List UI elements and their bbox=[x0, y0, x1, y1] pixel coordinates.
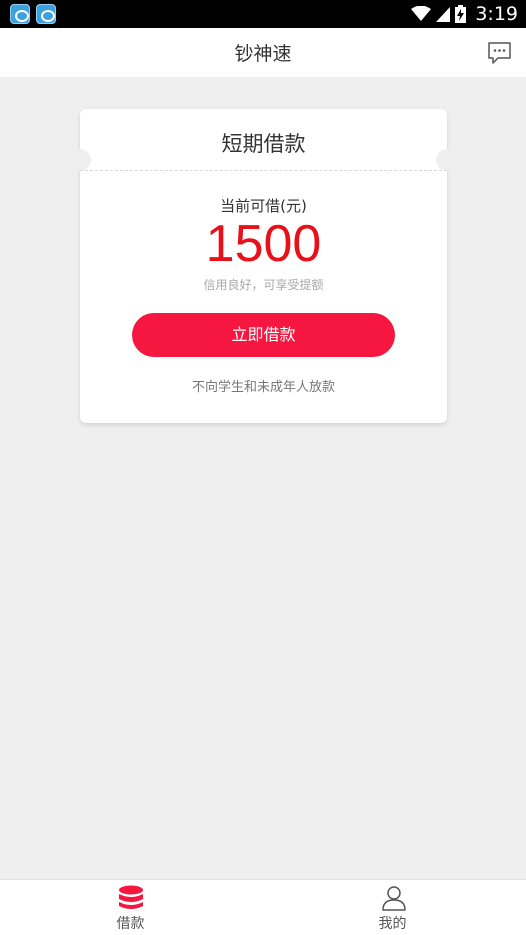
tab-mine[interactable]: 我的 bbox=[263, 880, 526, 935]
tab-mine-label: 我的 bbox=[378, 916, 407, 932]
app-header: 钞神速 bbox=[0, 28, 526, 77]
message-bubble-icon[interactable] bbox=[487, 41, 512, 65]
lending-notice: 不向学生和未成年人放款 bbox=[191, 380, 335, 395]
card-divider bbox=[80, 170, 447, 171]
tab-loan[interactable]: 借款 bbox=[0, 880, 263, 935]
tab-loan-label: 借款 bbox=[116, 916, 145, 932]
wifi-icon bbox=[411, 6, 432, 21]
coin-stack-icon bbox=[119, 885, 143, 909]
borrow-now-button[interactable]: 立即借款 bbox=[132, 313, 395, 357]
battery-icon bbox=[455, 5, 467, 23]
user-icon bbox=[382, 886, 406, 911]
loan-card: 短期借款 当前可借(元) 1500 信用良好，可享受提额 立即借款 不向学生和未… bbox=[69, 109, 458, 423]
limit-amount: 1500 bbox=[205, 215, 322, 273]
app-notification-icon bbox=[10, 4, 30, 24]
card-title: 短期借款 bbox=[221, 132, 306, 156]
app-notification-icon bbox=[36, 4, 56, 24]
bottom-nav: 借款 我的 bbox=[0, 879, 526, 935]
signal-icon bbox=[436, 7, 451, 22]
page-title: 钞神速 bbox=[234, 43, 292, 65]
status-time: 3:19 bbox=[475, 3, 518, 25]
status-icons: 3:19 bbox=[411, 0, 518, 28]
status-bar: 3:19 bbox=[0, 0, 526, 28]
credit-hint: 信用良好，可享受提额 bbox=[203, 278, 324, 292]
